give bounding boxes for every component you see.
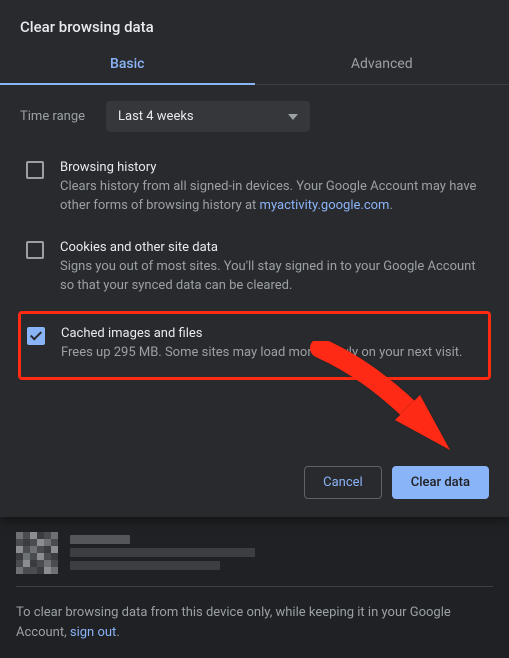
dialog-body: Time range Last 4 weeks Browsing history… bbox=[0, 85, 509, 452]
tab-basic[interactable]: Basic bbox=[0, 46, 255, 84]
checkbox-cached-images[interactable] bbox=[27, 327, 45, 345]
chevron-down-icon bbox=[288, 114, 298, 120]
option-description: Frees up 295 MB. Some sites may load mor… bbox=[61, 344, 480, 363]
profile-text-pixelated bbox=[70, 531, 493, 574]
myactivity-link[interactable]: myactivity.google.com bbox=[260, 198, 390, 213]
clear-browsing-data-dialog: Clear browsing data Basic Advanced Time … bbox=[0, 0, 509, 517]
time-range-select[interactable]: Last 4 weeks bbox=[106, 101, 310, 132]
cancel-button[interactable]: Cancel bbox=[304, 466, 382, 499]
options-list: Browsing history Clears history from all… bbox=[20, 150, 489, 380]
avatar-pixelated bbox=[16, 532, 58, 574]
option-description: Signs you out of most sites. You'll stay… bbox=[60, 258, 481, 296]
dialog-title: Clear browsing data bbox=[0, 0, 509, 46]
profile-row-obscured bbox=[16, 517, 493, 587]
option-title: Cached images and files bbox=[61, 326, 480, 341]
time-range-value: Last 4 weeks bbox=[118, 109, 194, 124]
option-cookies: Cookies and other site data Signs you ou… bbox=[20, 230, 489, 310]
option-description: Clears history from all signed-in device… bbox=[60, 178, 481, 216]
option-browsing-history: Browsing history Clears history from all… bbox=[20, 150, 489, 230]
option-title: Cookies and other site data bbox=[60, 240, 481, 255]
checkbox-browsing-history[interactable] bbox=[26, 161, 44, 179]
dialog-tabs: Basic Advanced bbox=[0, 46, 509, 85]
dialog-footer: Cancel Clear data bbox=[0, 452, 509, 517]
sign-out-note: To clear browsing data from this device … bbox=[16, 587, 493, 658]
clear-data-button[interactable]: Clear data bbox=[392, 466, 489, 499]
option-cached-images: Cached images and files Frees up 295 MB.… bbox=[18, 311, 491, 380]
sign-out-link[interactable]: sign out bbox=[70, 625, 116, 640]
time-range-label: Time range bbox=[20, 109, 90, 124]
page-background-content: To clear browsing data from this device … bbox=[0, 517, 509, 658]
option-title: Browsing history bbox=[60, 160, 481, 175]
tab-advanced[interactable]: Advanced bbox=[255, 46, 509, 84]
checkbox-cookies[interactable] bbox=[26, 241, 44, 259]
